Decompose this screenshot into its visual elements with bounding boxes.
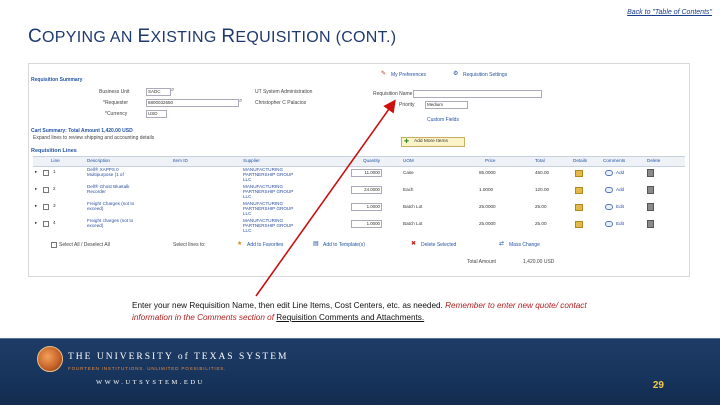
footer-divider <box>0 338 720 339</box>
university-url: WWW.UTSYSTEM.EDU <box>96 379 205 386</box>
university-name: THE UNIVERSITY of TEXAS SYSTEM <box>68 352 289 362</box>
footer-banner: THE UNIVERSITY of TEXAS SYSTEM FOURTEEN … <box>0 338 720 405</box>
university-tagline: FOURTEEN INSTITUTIONS. UNLIMITED POSSIBI… <box>68 366 227 371</box>
page-number: 29 <box>652 380 664 391</box>
university-seal-icon <box>37 346 63 372</box>
instruction-caption: Enter your new Requisition Name, then ed… <box>132 301 587 322</box>
